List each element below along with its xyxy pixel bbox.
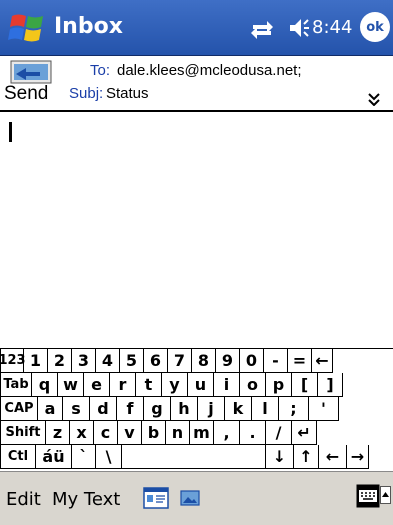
key-d[interactable]: d (90, 397, 117, 421)
arrow-up-key[interactable]: ↑ (294, 445, 319, 469)
key-sym3[interactable]: \ (96, 445, 122, 469)
key-sym11[interactable]: ' (309, 397, 339, 421)
shift-key[interactable]: Shift (0, 421, 46, 445)
key-h[interactable]: h (171, 397, 198, 421)
arrow-left-key[interactable]: ← (319, 445, 347, 469)
window-title: Inbox (54, 14, 123, 39)
key-c[interactable]: c (94, 421, 118, 445)
subject-label[interactable]: Subj: (69, 85, 103, 102)
expand-header-icon[interactable] (368, 92, 380, 106)
key-p[interactable]: p (266, 373, 292, 397)
key-9[interactable]: 9 (216, 349, 240, 373)
key-8[interactable]: 8 (192, 349, 216, 373)
key-r[interactable]: r (110, 373, 136, 397)
key-u[interactable]: u (188, 373, 214, 397)
to-field[interactable]: dale.klees@mcleodusa.net; (117, 62, 302, 79)
key-sym11[interactable]: [ (292, 373, 318, 397)
key-o[interactable]: o (240, 373, 266, 397)
key-q[interactable]: q (32, 373, 58, 397)
key-w[interactable]: w (58, 373, 84, 397)
send-button[interactable]: Send (0, 56, 69, 112)
key-e[interactable]: e (84, 373, 110, 397)
to-label[interactable]: To: (90, 62, 110, 79)
key-x[interactable]: x (70, 421, 94, 445)
key-sym12[interactable]: ] (318, 373, 343, 397)
caps-lock-key[interactable]: CAP (0, 397, 38, 421)
key-j[interactable]: j (198, 397, 225, 421)
keyboard-row3: CAP a s d f g h j k l; ' (0, 397, 393, 421)
space-key[interactable] (122, 445, 266, 469)
backspace-key[interactable]: ← (312, 349, 333, 373)
edit-menu[interactable]: Edit (6, 489, 41, 510)
key-7[interactable]: 7 (168, 349, 192, 373)
enter-key[interactable]: ↵ (292, 421, 317, 445)
key-a[interactable]: a (38, 397, 63, 421)
message-body[interactable] (0, 114, 393, 348)
ctrl-key[interactable]: Ctl (0, 445, 36, 469)
key-sym8[interactable]: , (214, 421, 240, 445)
send-label: Send (4, 83, 49, 104)
send-envelope-icon (10, 60, 52, 84)
key-m[interactable]: m (190, 421, 214, 445)
key-y[interactable]: y (162, 373, 188, 397)
numeric-key[interactable]: 123 (0, 349, 26, 373)
arrow-down-key[interactable]: ↓ (266, 445, 294, 469)
subject-field[interactable]: Status (106, 85, 149, 102)
key-sym9[interactable]: . (240, 421, 266, 445)
key-i[interactable]: i (214, 373, 240, 397)
key-n[interactable]: n (166, 421, 190, 445)
keyboard-row2: Tab q w e r t y u i o p[] (0, 373, 393, 397)
key-l[interactable]: l (252, 397, 279, 421)
key-sym11[interactable]: - (264, 349, 288, 373)
key-2[interactable]: 2 (48, 349, 72, 373)
key-v[interactable]: v (118, 421, 142, 445)
soft-keyboard: 123 1 2 3 4 5 6 7 8 9 0- = ← Tab q w e r t y u i o p[] CAP a s d f… (0, 348, 393, 471)
arrow-right-key[interactable]: → (347, 445, 369, 469)
connectivity-icon[interactable] (249, 19, 275, 39)
clock[interactable]: 8:44 (312, 17, 352, 38)
key-z[interactable]: z (46, 421, 70, 445)
key-sym2[interactable]: ` (72, 445, 96, 469)
input-panel-arrow-icon[interactable] (380, 486, 391, 504)
tab-key[interactable]: Tab (0, 373, 32, 397)
keyboard-icon[interactable] (356, 484, 380, 508)
key-sym10[interactable]: ; (279, 397, 309, 421)
key-5[interactable]: 5 (120, 349, 144, 373)
key-t[interactable]: t (136, 373, 162, 397)
title-bar: Inbox 8:44 ok (0, 0, 393, 56)
keyboard-row5: Ctl áü ` \ ↓ ↑ ← → (0, 445, 393, 469)
key-sym12[interactable]: = (288, 349, 312, 373)
address-card-icon[interactable] (143, 487, 169, 509)
accents-key[interactable]: áü (36, 445, 72, 469)
key-1[interactable]: 1 (24, 349, 48, 373)
key-f[interactable]: f (117, 397, 144, 421)
ok-button[interactable]: ok (360, 12, 390, 42)
text-cursor (9, 122, 12, 142)
keyboard-row4: Shift z x c v b n m,. / ↵ (0, 421, 393, 445)
key-k[interactable]: k (225, 397, 252, 421)
message-header: Send To: dale.klees@mcleodusa.net; Subj:… (0, 56, 393, 112)
insert-picture-icon[interactable] (180, 490, 200, 506)
key-sym10[interactable]: / (266, 421, 292, 445)
key-3[interactable]: 3 (72, 349, 96, 373)
key-6[interactable]: 6 (144, 349, 168, 373)
key-4[interactable]: 4 (96, 349, 120, 373)
windows-start-icon[interactable] (8, 10, 48, 46)
my-text-menu[interactable]: My Text (52, 489, 120, 510)
key-0[interactable]: 0 (240, 349, 264, 373)
keyboard-row1: 123 1 2 3 4 5 6 7 8 9 0- = ← (0, 349, 393, 373)
key-s[interactable]: s (63, 397, 90, 421)
key-g[interactable]: g (144, 397, 171, 421)
key-b[interactable]: b (142, 421, 166, 445)
menu-bar: Edit My Text (0, 471, 393, 525)
volume-icon[interactable] (287, 16, 311, 40)
